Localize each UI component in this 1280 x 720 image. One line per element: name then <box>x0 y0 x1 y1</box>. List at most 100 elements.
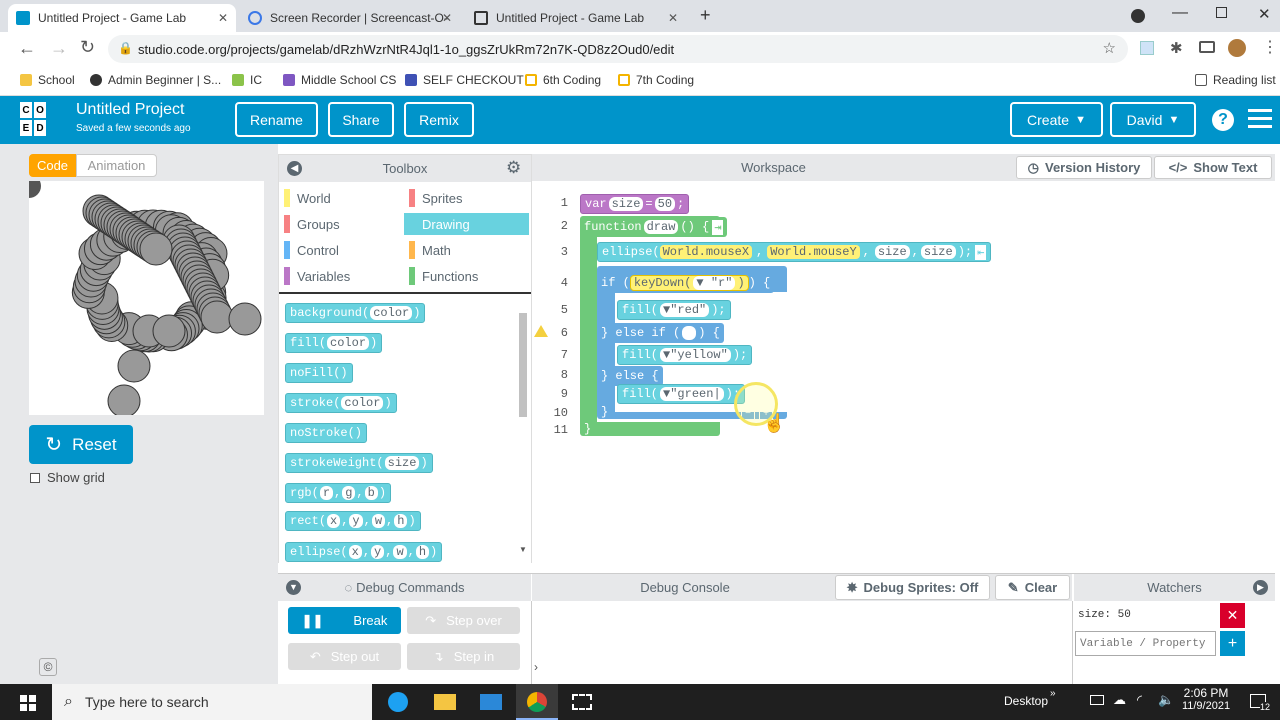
var-declaration-block[interactable]: var size = 50; <box>580 194 690 214</box>
category-control[interactable]: Control <box>279 239 404 261</box>
help-icon[interactable]: ? <box>1212 109 1234 131</box>
user-menu-button[interactable]: David ▼ <box>1110 102 1196 137</box>
snip-icon[interactable] <box>572 694 592 710</box>
battery-icon[interactable] <box>1090 695 1104 705</box>
browser-tab[interactable]: Screen Recorder | Screencast-O- ✕ <box>240 4 460 32</box>
step-in-button[interactable]: ↴ Step in <box>407 643 520 670</box>
reload-icon[interactable]: ↻ <box>80 37 95 58</box>
animation-mode-toggle[interactable]: Animation <box>76 154 157 177</box>
function-header[interactable]: function draw() {⇥ <box>580 217 728 237</box>
version-history-button[interactable]: ◷ Version History <box>1016 156 1152 179</box>
toolbox-block-fill[interactable]: fill(color) <box>285 333 383 353</box>
reset-button[interactable]: ↻ Reset <box>29 425 133 464</box>
category-drawing[interactable]: Drawing <box>404 213 529 235</box>
copyright-button[interactable]: © <box>39 658 57 676</box>
bookmark-star-icon[interactable]: ☆ <box>1103 39 1116 57</box>
fill-yellow-block[interactable]: fill(▼"yellow"); <box>617 345 753 365</box>
share-button[interactable]: Share <box>328 102 394 137</box>
add-watcher-icon[interactable]: + <box>1220 631 1245 656</box>
toolbox-scrollbar[interactable] <box>519 313 527 417</box>
network-icon[interactable]: ☁ <box>1113 692 1126 708</box>
toolbox-block-background[interactable]: background(color) <box>285 303 426 323</box>
toolbox-block-strokeWeight[interactable]: strokeWeight(size) <box>285 453 433 473</box>
toolbox-block-rect[interactable]: rect(x, y, w, h) <box>285 511 421 531</box>
collapse-watchers-icon[interactable]: ▶ <box>1253 580 1268 595</box>
forward-icon[interactable]: → <box>50 38 68 59</box>
tab-search-icon[interactable] <box>1131 9 1145 23</box>
debug-resize-handle[interactable] <box>278 563 1275 573</box>
category-world[interactable]: World <box>279 187 404 209</box>
empty-condition-slot[interactable] <box>682 326 697 340</box>
new-tab-icon[interactable]: + <box>700 5 711 26</box>
toolbox-block-stroke[interactable]: stroke(color) <box>285 393 397 413</box>
clock[interactable]: 2:06 PM 11/9/2021 <box>1178 686 1234 712</box>
show-grid-checkbox[interactable] <box>30 472 40 483</box>
scroll-down-icon[interactable]: ▼ <box>519 545 527 554</box>
code-mode-toggle[interactable]: Code <box>29 154 76 177</box>
category-math[interactable]: Math <box>404 239 529 261</box>
back-icon[interactable]: ← <box>18 38 36 59</box>
bookmark-ic[interactable]: IC <box>232 73 262 87</box>
fill-red-block[interactable]: fill(▼"red"); <box>617 300 731 320</box>
maximize-icon[interactable] <box>1216 7 1227 18</box>
mail-icon[interactable] <box>480 694 502 710</box>
game-canvas[interactable] <box>29 181 264 415</box>
bookmark-mscs[interactable]: Middle School CS <box>283 73 396 87</box>
show-text-button[interactable]: </> Show Text <box>1154 156 1272 179</box>
category-sprites[interactable]: Sprites <box>404 187 529 209</box>
category-functions[interactable]: Functions <box>404 265 529 287</box>
toolbox-block-ellipse[interactable]: ellipse(x, y, w, h) <box>285 542 443 562</box>
wifi-icon[interactable]: ◜ <box>1137 692 1142 708</box>
taskbar-search[interactable]: ⌕ Type here to search <box>52 684 372 720</box>
bookmark-school[interactable]: School <box>20 73 75 87</box>
close-tab-icon[interactable]: ✕ <box>218 11 228 25</box>
chevron-up-icon[interactable]: » <box>1050 688 1056 699</box>
ellipse-call-block[interactable]: ellipse(World.mouseX, World.mouseY, size, s… <box>597 242 992 262</box>
address-bar[interactable]: 🔒 studio.code.org/projects/gamelab/dRzhW… <box>108 35 1128 63</box>
file-explorer-icon[interactable] <box>434 694 456 710</box>
cast-icon[interactable] <box>1199 41 1215 53</box>
hamburger-menu-icon[interactable] <box>1248 109 1272 129</box>
create-menu-button[interactable]: Create ▼ <box>1010 102 1103 137</box>
category-groups[interactable]: Groups <box>279 213 404 235</box>
collapse-toolbox-icon[interactable]: ◀ <box>287 161 302 176</box>
else-header[interactable]: } else { <box>597 366 663 386</box>
minimize-icon[interactable]: — <box>1172 4 1188 22</box>
debug-sprites-button[interactable]: ✸ Debug Sprites: Off <box>835 575 990 600</box>
close-window-icon[interactable]: ✕ <box>1258 5 1271 23</box>
puzzle-icon[interactable]: ✱ <box>1170 39 1183 57</box>
toolbox-block-noStroke[interactable]: noStroke() <box>285 423 368 443</box>
browser-tab-active[interactable]: Untitled Project - Game Lab ✕ <box>8 4 236 32</box>
toolbox-block-rgb[interactable]: rgb(r, g, b) <box>285 483 392 503</box>
bookmark-self-checkout[interactable]: SELF CHECKOUT <box>405 73 524 87</box>
gear-icon[interactable]: ⚙ <box>506 158 521 178</box>
clear-console-button[interactable]: ✎ Clear <box>995 575 1070 600</box>
if-header[interactable]: if (keyDown(▼ "r")) { <box>597 273 775 293</box>
volume-icon[interactable]: 🔈 <box>1158 692 1174 708</box>
windows-start-icon[interactable] <box>20 695 36 711</box>
fill-green-block[interactable]: fill(▼"green|); <box>617 384 746 404</box>
reading-list[interactable]: Reading list <box>1195 73 1276 87</box>
else-if-header[interactable]: } else if ( ) { <box>597 323 724 343</box>
collapse-debug-icon[interactable]: ▼ <box>286 580 301 595</box>
remove-watcher-icon[interactable]: ✕ <box>1220 603 1245 628</box>
watcher-input[interactable] <box>1075 631 1216 656</box>
code-org-logo[interactable]: C O E D <box>19 101 61 137</box>
edge-icon[interactable] <box>388 692 408 712</box>
bookmark-6th-coding[interactable]: 6th Coding <box>525 73 601 87</box>
close-tab-icon[interactable]: ✕ <box>442 11 452 25</box>
step-out-button[interactable]: ↶ Step out <box>288 643 401 670</box>
menu-kebab-icon[interactable]: ⋮ <box>1262 37 1278 57</box>
bookmark-7th-coding[interactable]: 7th Coding <box>618 73 694 87</box>
bookmark-admin[interactable]: Admin Beginner | S... <box>90 73 221 87</box>
category-variables[interactable]: Variables <box>279 265 404 287</box>
extension-icon[interactable] <box>1140 41 1154 55</box>
warning-icon[interactable] <box>534 325 548 337</box>
avatar[interactable] <box>1228 39 1246 57</box>
browser-tab[interactable]: Untitled Project - Game Lab ✕ <box>466 4 686 32</box>
remix-button[interactable]: Remix <box>404 102 474 137</box>
step-over-button[interactable]: ↷ Step over <box>407 607 520 634</box>
close-tab-icon[interactable]: ✕ <box>668 11 678 25</box>
console-prompt[interactable]: › <box>534 660 538 674</box>
toolbox-block-noFill[interactable]: noFill() <box>285 363 353 383</box>
